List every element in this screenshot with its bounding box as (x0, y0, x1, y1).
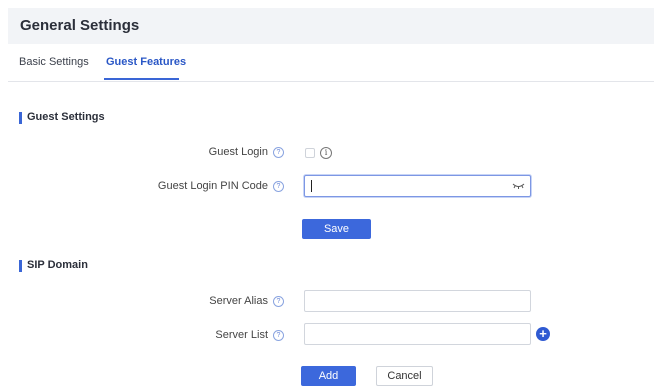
server-alias-label-row: Server Alias ? (209, 295, 284, 307)
question-circle-icon[interactable]: ? (273, 180, 284, 192)
active-tab-indicator (104, 78, 179, 80)
text-cursor (311, 180, 312, 192)
pin-code-label-row: Guest Login PIN Code ? (158, 180, 284, 192)
server-alias-input[interactable] (304, 290, 531, 312)
guest-login-label-row: Guest Login ? (209, 146, 284, 158)
guest-login-label: Guest Login (208, 146, 268, 158)
section-title-guest-settings: Guest Settings (27, 111, 105, 123)
guest-login-checkbox[interactable] (305, 148, 315, 158)
add-button[interactable]: Add (301, 366, 356, 386)
section-marker (19, 260, 22, 272)
question-circle-icon[interactable]: ? (273, 295, 284, 307)
section-title-sip-domain: SIP Domain (27, 259, 88, 271)
plus-circle-icon[interactable]: + (536, 327, 550, 341)
pin-code-input[interactable] (304, 175, 531, 197)
server-list-label-row: Server List ? (215, 329, 284, 341)
section-marker (19, 112, 22, 124)
cancel-button[interactable]: Cancel (376, 366, 433, 386)
tabs-divider (8, 81, 654, 82)
server-list-input[interactable] (304, 323, 531, 345)
tab-basic-settings[interactable]: Basic Settings (19, 56, 89, 68)
question-circle-icon[interactable]: ? (273, 146, 284, 158)
pin-code-label: Guest Login PIN Code (157, 180, 268, 192)
tab-guest-features[interactable]: Guest Features (106, 56, 186, 68)
question-circle-icon[interactable]: ? (273, 329, 284, 341)
eye-closed-icon[interactable] (512, 182, 525, 190)
server-alias-label: Server Alias (209, 295, 268, 307)
save-button[interactable]: Save (302, 219, 371, 239)
page-title: General Settings (20, 17, 140, 34)
server-list-label: Server List (215, 329, 268, 341)
info-circle-icon[interactable]: i (320, 147, 332, 159)
page-header: General Settings (8, 8, 654, 44)
